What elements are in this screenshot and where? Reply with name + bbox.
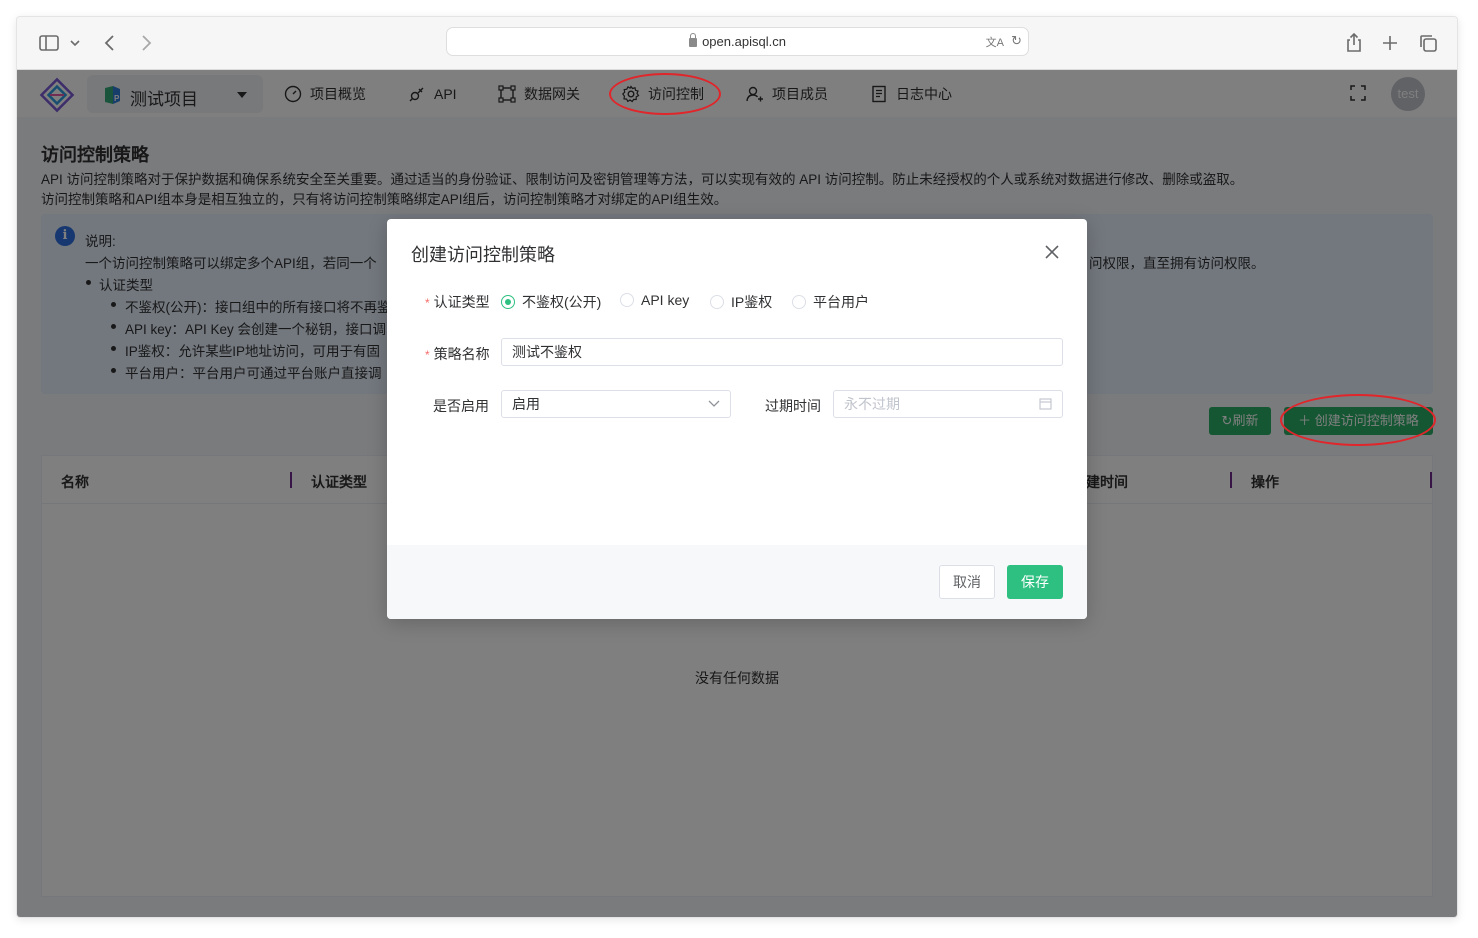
radio-label: API key bbox=[641, 292, 690, 308]
radio-label: 平台用户 bbox=[813, 294, 869, 310]
policy-name-input[interactable]: 测试不鉴权 bbox=[501, 338, 1063, 366]
browser-toolbar: open.apisql.cn 文A ↻ bbox=[17, 17, 1457, 70]
chevron-down-icon[interactable] bbox=[67, 31, 83, 55]
radio-ip-auth[interactable]: IP鉴权 bbox=[710, 292, 772, 312]
enabled-label: 是否启用 bbox=[433, 398, 489, 414]
calendar-icon bbox=[1039, 398, 1052, 410]
address-bar[interactable]: open.apisql.cn 文A ↻ bbox=[446, 27, 1029, 56]
expire-placeholder: 永不过期 bbox=[844, 396, 900, 412]
radio-label: 不鉴权(公开) bbox=[522, 294, 602, 310]
radio-label: IP鉴权 bbox=[731, 294, 773, 310]
policy-name-label: * 策略名称 bbox=[425, 346, 490, 362]
forward-icon[interactable] bbox=[134, 31, 158, 55]
radio-no-auth[interactable]: 不鉴权(公开) bbox=[501, 292, 601, 312]
translate-icon[interactable]: 文A bbox=[986, 34, 1004, 50]
radio-circle bbox=[501, 295, 515, 309]
chevron-down-icon bbox=[708, 400, 720, 407]
enabled-select-value: 启用 bbox=[512, 396, 540, 412]
sidebar-toggle-icon[interactable] bbox=[37, 31, 61, 55]
create-policy-dialog: 创建访问控制策略 * 认证类型 不鉴权(公开) API key IP鉴权 平台用户… bbox=[387, 219, 1087, 619]
lock-icon bbox=[689, 33, 698, 47]
share-icon[interactable] bbox=[1342, 31, 1366, 55]
radio-api-key[interactable]: API key bbox=[620, 292, 689, 308]
expire-label: 过期时间 bbox=[765, 398, 821, 414]
url-text: open.apisql.cn bbox=[702, 34, 786, 49]
auth-type-label: * 认证类型 bbox=[425, 294, 490, 310]
browser-window: open.apisql.cn 文A ↻ P 测试项目 项目概览 bbox=[17, 17, 1457, 917]
save-button[interactable]: 保存 bbox=[1007, 565, 1063, 599]
reload-icon[interactable]: ↻ bbox=[1011, 33, 1022, 49]
dialog-title: 创建访问控制策略 bbox=[411, 245, 555, 265]
radio-circle bbox=[710, 295, 724, 309]
back-icon[interactable] bbox=[98, 31, 122, 55]
highlight-ring bbox=[1280, 394, 1436, 446]
radio-circle bbox=[620, 293, 634, 307]
cancel-button[interactable]: 取消 bbox=[939, 565, 995, 599]
new-tab-icon[interactable] bbox=[1378, 31, 1402, 55]
highlight-ring bbox=[609, 73, 721, 115]
tab-overview-icon[interactable] bbox=[1416, 31, 1440, 55]
enabled-select[interactable]: 启用 bbox=[501, 390, 731, 418]
radio-platform-user[interactable]: 平台用户 bbox=[792, 292, 869, 312]
close-icon[interactable] bbox=[1044, 244, 1060, 260]
radio-circle bbox=[792, 295, 806, 309]
dialog-footer: 取消 保存 bbox=[387, 545, 1087, 619]
expire-date-input[interactable]: 永不过期 bbox=[833, 390, 1063, 418]
